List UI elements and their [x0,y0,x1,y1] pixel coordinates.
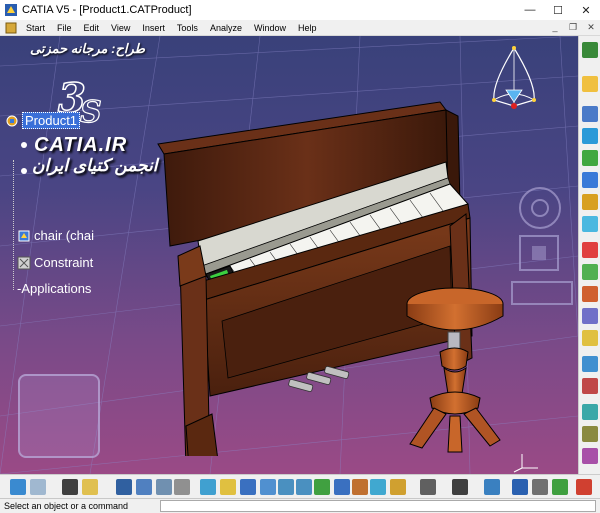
catalog-icon[interactable] [174,479,190,495]
document-icon[interactable] [5,22,17,34]
menu-insert[interactable]: Insert [136,20,171,36]
zoom-out-icon[interactable] [296,479,312,495]
measure-icon[interactable] [420,479,436,495]
explode-icon[interactable] [512,479,528,495]
part-icon [21,142,27,148]
doc-minimize-button[interactable]: _ [546,22,564,33]
constraint-tool-icon-4[interactable] [582,308,598,324]
assembly-tool-icon-6[interactable] [582,216,598,232]
window-title: CATIA V5 - [Product1.CATProduct] [22,4,192,16]
menu-tools[interactable]: Tools [171,20,204,36]
minimize-button[interactable]: — [516,0,544,20]
catia-ir-watermark: CATIA.IR [34,134,128,156]
fit-all-icon[interactable] [220,479,236,495]
status-prompt: Select an object or a command [4,501,129,511]
tree-item-label: chair (chai [34,228,94,243]
constraint-tool-icon-2[interactable] [582,264,598,280]
iso-view-icon[interactable] [334,479,350,495]
tree-item-part-1[interactable] [17,138,34,152]
fly-mode-icon[interactable] [200,479,216,495]
maximize-button[interactable]: ☐ [544,0,572,20]
compass-icon[interactable] [484,44,544,114]
menu-start[interactable]: Start [20,20,51,36]
menu-analyze[interactable]: Analyze [204,20,248,36]
clash-icon[interactable] [532,479,548,495]
3d-viewport[interactable]: طراح: مرجانه حمزتی 3 S CATIA.IR انجمن کت… [0,36,578,474]
constraint-tool-icon-9[interactable] [582,426,598,442]
close-button[interactable]: ✕ [572,0,600,20]
hide-show-icon[interactable] [370,479,386,495]
constraint-tool-icon-8[interactable] [582,404,598,420]
tree-item-label: -Applications [17,281,92,296]
redo-icon[interactable] [30,479,46,495]
right-toolbar [578,36,600,474]
select-cursor-icon[interactable] [582,76,598,92]
constraints-icon [17,256,31,269]
tree-item-label: Product1 [22,112,81,129]
menu-help[interactable]: Help [292,20,323,36]
undo-icon[interactable] [10,479,26,495]
3ds-brand-icon[interactable] [576,479,592,495]
assembly-tool-icon-2[interactable] [582,128,598,144]
command-input[interactable] [160,500,596,512]
bottom-toolbar [0,474,600,498]
view-mode-ghost-icons [511,187,573,305]
menu-window[interactable]: Window [248,20,292,36]
update-icon[interactable] [484,479,500,495]
assembly-tool-icon-1[interactable] [582,106,598,122]
designer-credit: طراح: مرجانه حمزتی [30,41,145,56]
document-window-controls: _ ❐ ✕ [546,22,600,33]
tree-item-chair[interactable]: chair (chai [17,228,94,243]
constraint-tool-icon-3[interactable] [582,286,598,302]
assembly-tool-icon-5[interactable] [582,194,598,210]
piano-stool-model [406,287,504,453]
navigation-overview-panel[interactable] [18,374,100,458]
menu-file[interactable]: File [51,20,78,36]
grid-icon[interactable] [116,479,132,495]
tree-connector [13,160,14,290]
assembly-tool-icon-4[interactable] [582,172,598,188]
pan-icon[interactable] [240,479,256,495]
toolbar-grip-icon[interactable] [582,42,598,58]
constraint-tool-icon-10[interactable] [582,448,598,464]
catia-app-icon [5,4,17,16]
analysis-icon[interactable] [156,479,172,495]
doc-restore-button[interactable]: ❐ [564,22,582,33]
tree-item-part-2[interactable] [17,164,34,178]
section-icon[interactable] [552,479,568,495]
rotate-icon[interactable] [260,479,276,495]
axis-icon [513,454,538,473]
snap-icon[interactable] [136,479,152,495]
zoom-in-icon[interactable] [278,479,294,495]
menu-view[interactable]: View [105,20,136,36]
constraint-tool-icon-7[interactable] [582,378,598,394]
association-watermark: انجمن کتیای ایران [32,156,158,175]
normal-view-icon[interactable] [314,479,330,495]
tree-item-constraints[interactable]: Constraint [17,255,93,270]
tree-item-product1[interactable]: Product1 [5,112,81,129]
tree-item-applications[interactable]: -Applications [17,281,91,296]
swap-visible-icon[interactable] [390,479,406,495]
constraint-tool-icon-5[interactable] [582,330,598,346]
doc-close-button[interactable]: ✕ [582,22,600,33]
camera-icon[interactable] [452,479,468,495]
menu-edit[interactable]: Edit [78,20,106,36]
product-icon [6,115,18,126]
menu-bar: Start File Edit View Insert Tools Analyz… [0,20,600,36]
assembly-tool-icon-3[interactable] [582,150,598,166]
title-bar: CATIA V5 - [Product1.CATProduct] — ☐ ✕ [0,0,600,20]
component-icon [18,230,30,241]
svg-text:S: S [80,95,102,130]
constraint-tool-icon-1[interactable] [582,242,598,258]
comment-icon[interactable] [82,479,98,495]
formula-icon[interactable] [62,479,78,495]
part-icon [21,168,27,174]
tree-item-label: Constraint [34,255,94,270]
constraint-tool-icon-6[interactable] [582,356,598,372]
render-style-icon[interactable] [352,479,368,495]
status-bar: Select an object or a command [0,498,600,513]
